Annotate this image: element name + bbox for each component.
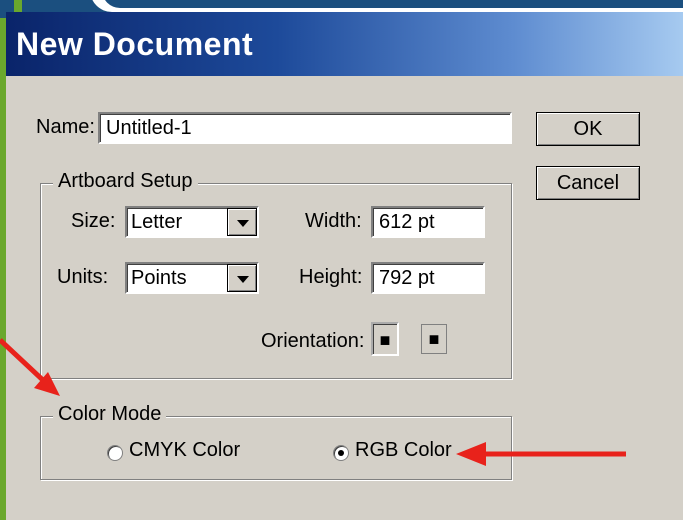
annotation-arrow-color-mode <box>0 338 60 396</box>
annotation-arrows <box>0 338 626 466</box>
annotation-arrow-rgb <box>456 442 626 466</box>
